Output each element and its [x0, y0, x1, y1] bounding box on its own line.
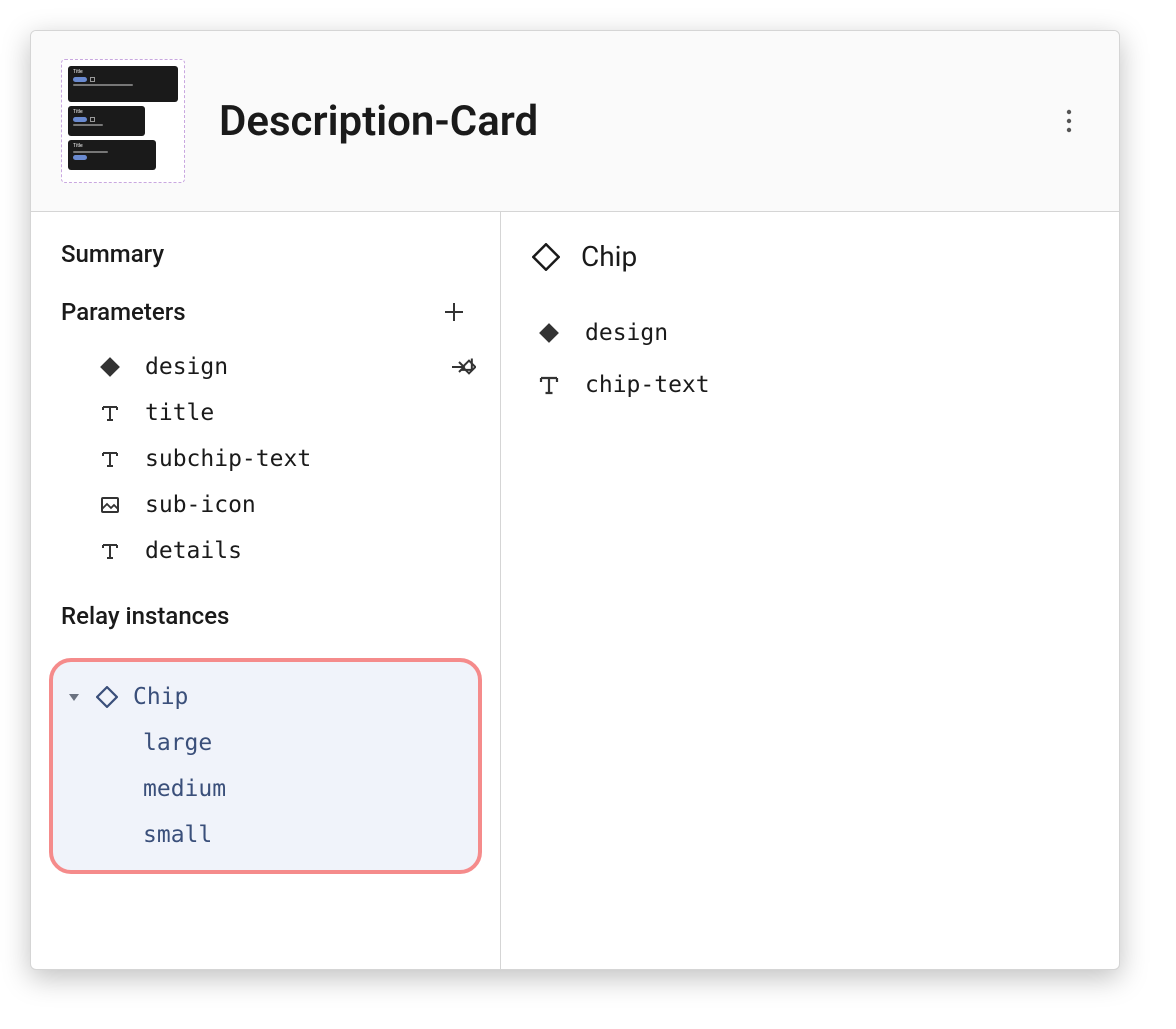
diamond-solid-icon	[535, 319, 563, 347]
collapse-toggle[interactable]	[67, 690, 81, 704]
triangle-down-icon	[68, 692, 80, 702]
plus-icon	[443, 301, 465, 323]
text-icon	[97, 538, 123, 564]
parameter-item-subchip-text[interactable]: subchip-text	[31, 436, 500, 482]
relay-instance-highlight: Chip large medium small	[49, 658, 482, 874]
right-properties-list: design chip-text	[531, 307, 1089, 411]
parameter-item-design[interactable]: design	[31, 344, 500, 390]
relay-child-large[interactable]: large	[53, 720, 478, 766]
relay-child-small[interactable]: small	[53, 812, 478, 858]
parameter-item-sub-icon[interactable]: sub-icon	[31, 482, 500, 528]
relay-instances-label: Relay instances	[31, 602, 500, 630]
component-thumbnail: Title Title Title	[61, 59, 185, 183]
right-panel-title: Chip	[581, 240, 637, 273]
right-item-chip-text[interactable]: chip-text	[531, 359, 1089, 411]
image-icon	[97, 492, 123, 518]
parameters-list: design title	[31, 344, 500, 574]
right-column: Chip design chip-text	[501, 212, 1119, 969]
component-panel: Title Title Title Description-Card	[30, 30, 1120, 970]
parameters-section-header: Parameters	[31, 296, 500, 328]
text-icon	[97, 446, 123, 472]
parameter-item-details[interactable]: details	[31, 528, 500, 574]
diamond-outline-icon	[531, 242, 561, 272]
more-vertical-icon	[1066, 109, 1072, 133]
relay-instance-chip[interactable]: Chip	[53, 674, 478, 720]
relay-child-medium[interactable]: medium	[53, 766, 478, 812]
right-item-design[interactable]: design	[531, 307, 1089, 359]
parameters-label: Parameters	[61, 298, 186, 326]
panel-header: Title Title Title Description-Card	[31, 31, 1119, 212]
diamond-solid-icon	[97, 354, 123, 380]
text-icon	[535, 371, 563, 399]
assign-icon	[450, 354, 476, 380]
add-parameter-button[interactable]	[438, 296, 470, 328]
assign-parameter-button[interactable]	[450, 354, 476, 380]
diamond-outline-icon	[95, 685, 119, 709]
right-panel-header: Chip	[531, 240, 1089, 273]
panel-body: Summary Parameters design	[31, 212, 1119, 969]
summary-section-label[interactable]: Summary	[31, 240, 500, 268]
left-column: Summary Parameters design	[31, 212, 501, 969]
parameter-item-title[interactable]: title	[31, 390, 500, 436]
more-options-button[interactable]	[1049, 101, 1089, 141]
component-title: Description-Card	[219, 97, 1049, 146]
text-icon	[97, 400, 123, 426]
